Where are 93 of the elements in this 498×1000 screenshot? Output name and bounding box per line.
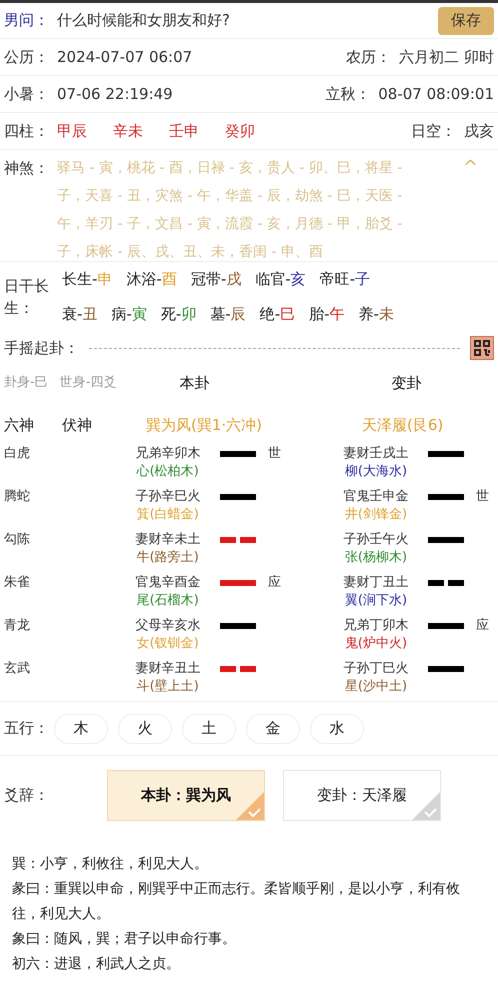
field-label: 手摇起卦： xyxy=(4,338,79,359)
nayin-label: 翼(涧下水) xyxy=(344,592,408,610)
changsheng-item: 绝-巳 xyxy=(260,304,296,324)
six-spirit-label: 青龙 xyxy=(4,617,31,635)
column-heading: 六神 xyxy=(4,414,35,436)
line-label: 子孙丁巳火 xyxy=(344,660,408,678)
six-spirit-label: 腾蛇 xyxy=(4,488,31,506)
field-label: 神煞： xyxy=(4,158,49,179)
field-label: 日干长生： xyxy=(4,276,50,318)
role-mark: 世 xyxy=(476,489,489,504)
six-spirit-label: 朱雀 xyxy=(4,574,31,592)
check-corner-icon xyxy=(236,792,264,820)
nayin-label: 斗(壁上土) xyxy=(136,678,199,696)
question-label: 男问： xyxy=(4,10,49,32)
field-value: 六月初二 卯时 xyxy=(399,46,494,68)
element-button[interactable]: 土 xyxy=(182,714,236,744)
element-button[interactable]: 金 xyxy=(246,714,300,744)
changed-gua-heading: 变卦 xyxy=(392,372,422,394)
field-label: 公历： xyxy=(4,46,49,68)
field-label: 爻辞： xyxy=(4,784,50,806)
nayin-label: 张(杨柳木) xyxy=(344,549,408,567)
line-label: 兄弟丁卯木 xyxy=(344,617,408,635)
changsheng-item: 帝旺-子 xyxy=(320,269,370,290)
six-spirit-label: 勾陈 xyxy=(4,531,31,549)
field-label: 日空： xyxy=(411,120,456,142)
qr-code-icon xyxy=(473,339,491,357)
field-value: 07-06 22:19:49 xyxy=(57,84,174,105)
field-value: 戌亥 xyxy=(464,120,494,142)
nayin-label: 井(剑锋金) xyxy=(344,506,408,524)
column-heading: 伏神 xyxy=(62,414,93,436)
changsheng-item: 病-寅 xyxy=(111,304,147,324)
role-mark: 应 xyxy=(268,575,281,590)
nayin-label: 柳(大海水) xyxy=(344,463,408,481)
field-value: 08-07 08:09:01 xyxy=(378,84,494,105)
gua-tab[interactable]: 本卦：巽为风 xyxy=(107,770,265,820)
changsheng-item: 临官-亥 xyxy=(255,269,306,290)
pillar-value: 甲辰 xyxy=(57,120,87,142)
main-gua-heading: 本卦 xyxy=(180,372,211,394)
nayin-label: 星(沙中土) xyxy=(344,678,408,696)
field-label: 五行： xyxy=(4,718,50,740)
nayin-label: 鬼(炉中火) xyxy=(344,635,408,653)
changsheng-item: 墓-辰 xyxy=(210,304,246,324)
line-label: 官鬼壬申金 xyxy=(344,488,408,506)
nayin-label: 箕(白蜡金) xyxy=(136,506,199,524)
element-button[interactable]: 木 xyxy=(54,714,108,744)
role-mark: 世 xyxy=(268,446,281,461)
gua-name: 巽为风(巽1·六冲) xyxy=(146,414,264,436)
changsheng-item: 胎-午 xyxy=(309,304,345,324)
line-label: 妻财壬戌土 xyxy=(344,445,408,463)
changsheng-item: 长生-申 xyxy=(62,269,112,290)
line-label: 妻财辛丑土 xyxy=(135,660,200,678)
role-mark: 应 xyxy=(476,618,489,633)
changsheng-item: 沐浴-酉 xyxy=(126,269,177,290)
qr-code-button[interactable] xyxy=(470,336,494,360)
line-label: 官鬼辛酉金 xyxy=(135,574,200,592)
pillar-value: 癸卯 xyxy=(225,120,255,142)
nayin-label: 牛(路旁土) xyxy=(136,549,199,567)
nayin-label: 心(松柏木) xyxy=(136,463,199,481)
field-label: 小暑： xyxy=(4,84,49,105)
field-label: 农历： xyxy=(346,46,392,68)
pillar-value: 辛未 xyxy=(113,120,143,142)
shensha-text: 驿马 - 寅，桃花 - 酉，日禄 - 亥，贵人 - 卯、巳，将星 - 子，天喜 - 丑，灾煞 - 午，华盖 - 辰，劫煞 - 巳，天医 - 午，羊刃 - 子，文昌 - 寅，流霞 - 亥，月德 - 甲，胎爻 - 子，床帐 - 辰、戌、丑、未，香闺 - 申、酉 xyxy=(57,159,404,261)
verse-text: 初六：进退，利武人之贞。 xyxy=(12,955,181,974)
shi-body-label: 世身-四爻 xyxy=(60,374,118,392)
line-label: 父母辛亥水 xyxy=(135,617,200,635)
changsheng-item: 衰-丑 xyxy=(62,304,98,324)
gua-body-label: 卦身-巳 xyxy=(4,374,48,392)
check-corner-icon xyxy=(412,792,440,820)
six-spirit-label: 白虎 xyxy=(4,445,31,463)
line-label: 妻财辛未土 xyxy=(135,531,200,549)
save-button[interactable]: 保存 xyxy=(438,6,494,34)
line-label: 妻财丁丑土 xyxy=(344,574,408,592)
line-label: 子孙壬午火 xyxy=(344,531,408,549)
six-spirit-label: 玄武 xyxy=(4,660,31,678)
line-label: 兄弟辛卯木 xyxy=(135,445,200,463)
element-button[interactable]: 水 xyxy=(310,714,364,744)
nayin-label: 女(钗钏金) xyxy=(136,635,199,653)
field-label: 四柱： xyxy=(4,120,49,142)
field-label: 立秋： xyxy=(325,84,370,105)
field-value: 2024-07-07 06:07 xyxy=(57,46,194,68)
changsheng-item: 死-卯 xyxy=(160,304,196,324)
element-button[interactable]: 火 xyxy=(118,714,172,744)
verse-text: 巽：小亨，利攸往，利见大人。 xyxy=(12,855,209,874)
changsheng-item: 养-未 xyxy=(358,304,394,324)
verse-text: 象曰：随风，巽；君子以申命行事。 xyxy=(12,930,237,949)
question-text: 什么时候能和女朋友和好? xyxy=(57,10,231,32)
line-label: 子孙辛巳火 xyxy=(135,488,200,506)
pillar-value: 壬申 xyxy=(169,120,199,142)
gua-tab[interactable]: 变卦：天泽履 xyxy=(283,770,441,820)
verse-text: 彖曰：重巽以申命，刚巽乎中正而志行。柔皆顺乎刚，是以小亨，利有攸往，利见大人。 xyxy=(12,880,461,924)
nayin-label: 尾(石榴木) xyxy=(136,592,199,610)
gua-name: 天泽履(艮6) xyxy=(362,414,444,436)
changsheng-item: 冠带-戌 xyxy=(190,269,242,290)
